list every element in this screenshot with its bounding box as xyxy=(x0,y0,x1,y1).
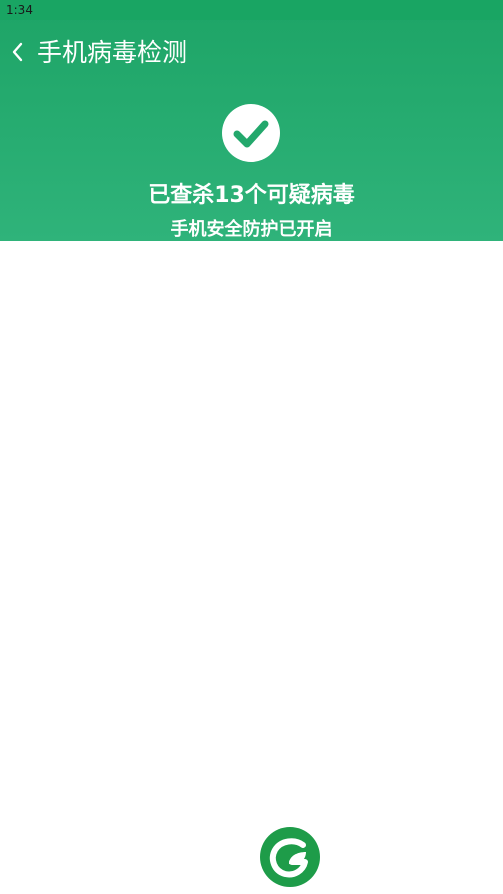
back-button[interactable] xyxy=(6,36,30,68)
toolbar: 手机病毒检测 xyxy=(0,28,503,78)
status-bar: 1:34 xyxy=(0,0,503,20)
chevron-left-icon xyxy=(12,42,23,62)
leaf-logo-icon xyxy=(260,827,320,887)
result-subtitle: 手机安全防护已开启 xyxy=(170,219,333,240)
result-header: 1:34 手机病毒检测 已查杀13个可疑病毒 手机安全防护已开启 xyxy=(0,0,503,241)
page-title: 手机病毒检测 xyxy=(37,38,188,67)
result-title: 已查杀13个可疑病毒 xyxy=(148,183,355,208)
check-circle-icon xyxy=(222,104,280,162)
status-time: 1:34 xyxy=(6,3,33,17)
